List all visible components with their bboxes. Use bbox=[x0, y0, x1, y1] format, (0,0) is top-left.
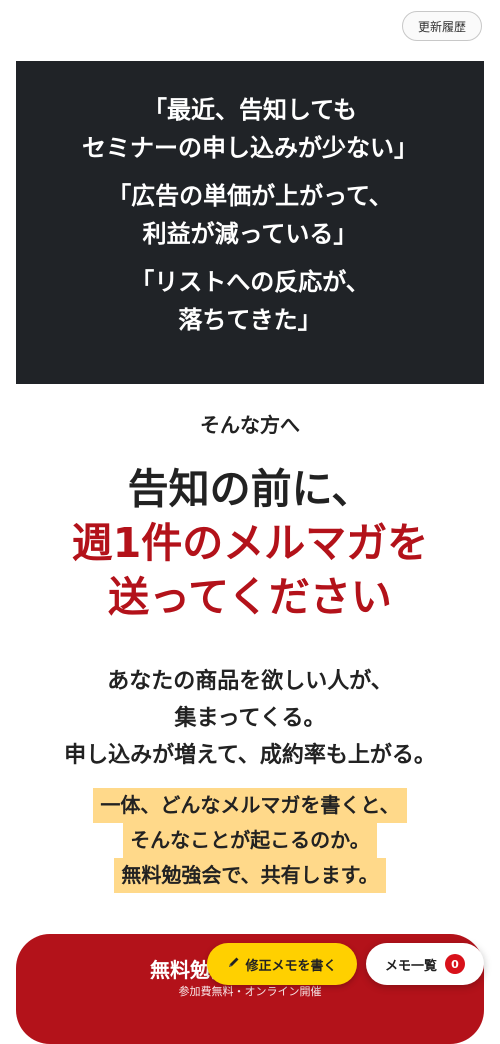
headline-line-1: 告知の前に、 bbox=[127, 465, 373, 513]
memo-list-button[interactable]: メモ一覧 0 bbox=[366, 943, 484, 985]
pain-point-3-line-1: 「リストへの反応が、 bbox=[130, 268, 370, 296]
highlight-line-2: そんなことが起こるのか。 bbox=[123, 823, 377, 858]
memo-count-badge: 0 bbox=[445, 954, 465, 974]
sub-copy-line-2: 集まってくる。 bbox=[174, 706, 326, 731]
sub-copy-line-3: 申し込みが増えて、成約率も上がる。 bbox=[64, 743, 436, 768]
highlight-copy: 一体、どんなメルマガを書くと、 そんなことが起こるのか。 無料勉強会で、共有しま… bbox=[0, 788, 500, 893]
update-history-button[interactable]: 更新履歴 bbox=[402, 11, 482, 41]
pain-point-1-line-2: セミナーの申し込みが少ない」 bbox=[82, 134, 418, 162]
headline-line-2: 週1件のメルマガを bbox=[71, 519, 429, 567]
pain-point-2-line-1: 「広告の単価が上がって、 bbox=[107, 182, 393, 210]
pain-point-2-line-2: 利益が減っている」 bbox=[142, 220, 358, 248]
pain-point-3-line-2: 落ちてきた」 bbox=[178, 306, 322, 334]
cta-sub-label: 参加費無料・オンライン開催 bbox=[178, 985, 322, 998]
headline-line-3: 送ってください bbox=[108, 573, 392, 621]
memo-list-label: メモ一覧 bbox=[384, 958, 437, 974]
write-memo-label: 修正メモを書く bbox=[245, 958, 337, 974]
pain-point-1-line-1: 「最近、告知しても bbox=[142, 96, 358, 124]
pencil-icon bbox=[227, 955, 241, 973]
write-memo-button[interactable]: 修正メモを書く bbox=[207, 943, 357, 985]
sub-copy-line-1: あなたの商品を欲しい人が、 bbox=[107, 669, 393, 694]
headline: 告知の前に、 週1件のメルマガを 送ってください bbox=[0, 462, 500, 624]
highlight-line-1: 一体、どんなメルマガを書くと、 bbox=[93, 788, 407, 823]
highlight-line-3: 無料勉強会で、共有します。 bbox=[114, 858, 386, 893]
sub-copy: あなたの商品を欲しい人が、 集まってくる。 申し込みが増えて、成約率も上がる。 bbox=[0, 663, 500, 774]
pain-points-panel: 「最近、告知しても セミナーの申し込みが少ない」 「広告の単価が上がって、 利益… bbox=[16, 61, 484, 384]
lead-text: そんな方へ bbox=[200, 413, 300, 437]
